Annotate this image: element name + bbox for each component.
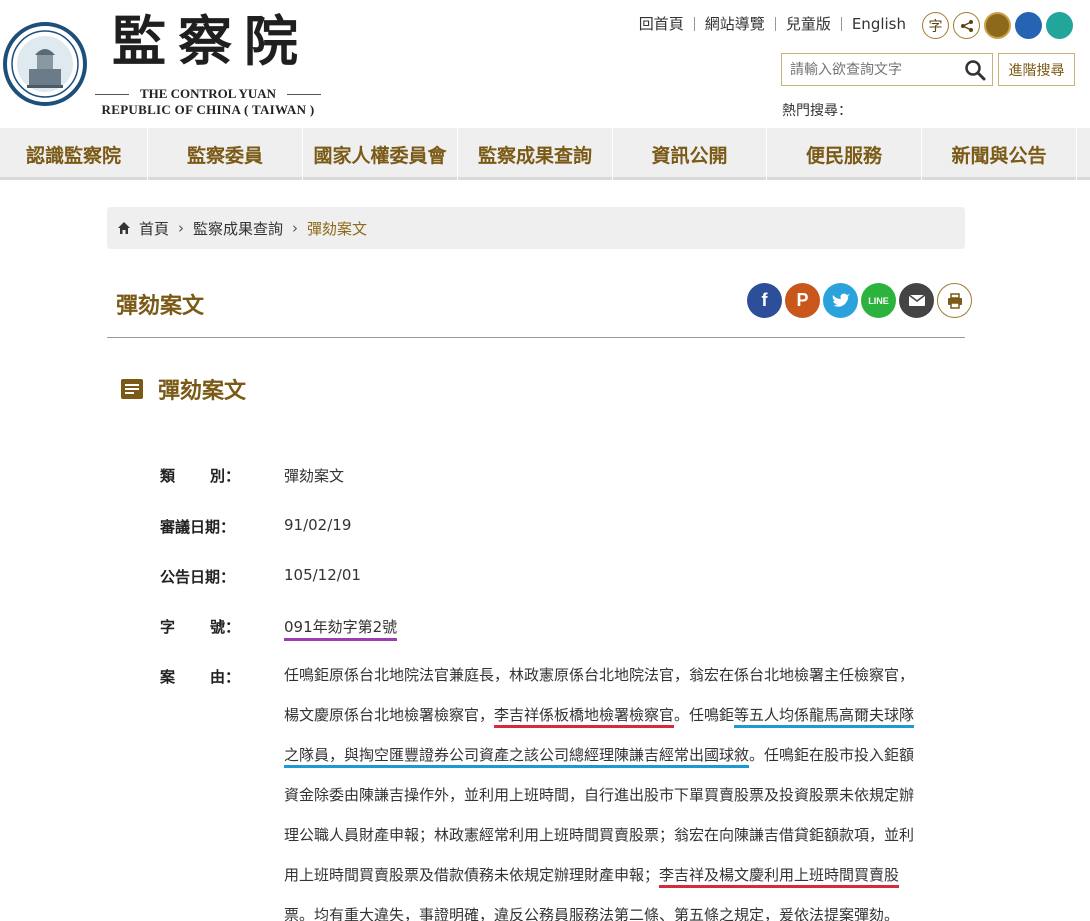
print-icon[interactable]	[937, 283, 972, 318]
field-label: 公告日期：	[160, 568, 236, 586]
theme-teal-button[interactable]	[1046, 12, 1073, 39]
section-title: 彈劾案文	[120, 373, 246, 405]
field-label: 字號：	[160, 618, 240, 636]
reason-text: 任鳴鉅原係台北地院法官兼庭長，林政憲原係台北地院法官，翁宏在係台北地檢署主任檢察…	[284, 655, 954, 921]
highlight-blue: 之隊員，與掏空匯豐證券公司資產之該公司總經理陳謙吉經常出國球敘	[284, 746, 750, 768]
field-value: 091年劾字第2號	[284, 616, 398, 641]
brand-chinese-title: 監察院	[112, 9, 310, 73]
search-input[interactable]	[782, 54, 952, 85]
english-link[interactable]: English	[842, 17, 912, 32]
top-icon-group: 字	[922, 12, 1073, 39]
nav-results-search[interactable]: 監察成果查詢	[458, 128, 613, 180]
plurk-icon[interactable]: P	[785, 283, 820, 318]
reason-line: 楊文慶原係台北地檢署檢察官，李吉祥係板橋地檢署檢察官。任鳴鉅等五人均係龍馬高爾夫…	[284, 695, 954, 735]
advanced-search-button[interactable]: 進階搜尋	[998, 53, 1075, 86]
nav-about[interactable]: 認識監察院	[0, 128, 148, 180]
breadcrumb-separator-icon: ›	[292, 219, 299, 237]
reason-line: 任鳴鉅原係台北地院法官兼庭長，林政憲原係台北地院法官，翁宏在係台北地檢署主任檢察…	[284, 666, 915, 684]
highlight-blue: 等五人均係龍馬高爾夫球隊	[734, 706, 915, 728]
nav-news[interactable]: 新聞與公告	[922, 128, 1077, 180]
reason-line: 之隊員，與掏空匯豐證券公司資產之該公司總經理陳謙吉經常出國球敘。任鳴鉅在股市投入…	[284, 735, 954, 775]
theme-blue-button[interactable]	[1015, 12, 1042, 39]
breadcrumb: 首頁 › 監察成果查詢 › 彈劾案文	[107, 207, 965, 249]
facebook-icon[interactable]: f	[747, 283, 782, 318]
search-icon[interactable]	[964, 59, 986, 81]
field-label: 類別：	[160, 467, 240, 485]
top-links: 回首頁 網站導覽 兒童版 English	[629, 17, 912, 32]
home-link[interactable]: 回首頁	[629, 17, 695, 32]
section-title-text: 彈劾案文	[158, 379, 247, 404]
field-label: 審議日期：	[160, 518, 236, 536]
page-title: 彈劾案文	[116, 294, 205, 319]
share-bar: f P LINE	[747, 283, 972, 318]
sitemap-link[interactable]: 網站導覽	[695, 17, 776, 32]
hot-search-label: 熱門搜尋：	[782, 103, 852, 119]
field-value: 彈劾案文	[284, 467, 345, 485]
reason-line: 資金除委由陳謙吉操作外，並利用上班時間，自行進出股市下單買賣股票及投資股票未依規…	[284, 786, 915, 804]
nav-human-rights[interactable]: 國家人權委員會	[303, 128, 458, 180]
highlight-red: 李吉祥係板橋地檢署檢察官	[494, 706, 675, 728]
document-icon	[121, 379, 143, 399]
breadcrumb-home[interactable]: 首頁	[139, 218, 169, 239]
brand-english-title: THE CONTROL YUAN	[95, 86, 321, 102]
line-icon[interactable]: LINE	[861, 283, 896, 318]
highlight-red: 票。均有重大違失，事證明確，違反公務員服務法第二條、第五條之規定，爰依法提案彈劾	[284, 906, 885, 921]
field-value: 105/12/01	[284, 566, 361, 584]
theme-gold-button[interactable]	[984, 12, 1011, 39]
reason-line: 票。均有重大違失，事證明確，違反公務員服務法第二條、第五條之規定，爰依法提案彈劾…	[284, 895, 954, 921]
title-divider	[107, 337, 965, 338]
reason-line: 理公職人員財產申報；林政憲經常利用上班時間買賣股票；翁宏在向陳謙吉借貸鉅額款項，…	[284, 826, 915, 844]
font-size-icon[interactable]: 字	[922, 12, 949, 39]
breadcrumb-current: 彈劾案文	[307, 219, 368, 238]
breadcrumb-separator-icon: ›	[178, 219, 185, 237]
nav-info-disclosure[interactable]: 資訊公開	[613, 128, 767, 180]
mail-icon[interactable]	[899, 283, 934, 318]
home-icon	[118, 222, 130, 234]
twitter-icon[interactable]	[823, 283, 858, 318]
brand-english-subtitle: REPUBLIC OF CHINA ( TAIWAN )	[101, 102, 315, 117]
breadcrumb-results[interactable]: 監察成果查詢	[193, 218, 283, 239]
reason-line: 用上班時間買賣股票及借款債務未依規定辦理財產申報；李吉祥及楊文慶利用上班時間買賣…	[284, 855, 954, 895]
field-label: 案由：	[160, 668, 240, 686]
kids-version-link[interactable]: 兒童版	[776, 17, 842, 32]
control-yuan-seal-logo[interactable]	[3, 9, 87, 119]
share-icon[interactable]	[953, 12, 980, 39]
field-value: 91/02/19	[284, 516, 352, 534]
main-nav: 認識監察院 監察委員 國家人權委員會 監察成果查詢 資訊公開 便民服務 新聞與公…	[0, 128, 1090, 180]
nav-members[interactable]: 監察委員	[148, 128, 303, 180]
highlight-red: 李吉祥及楊文慶利用上班時間買賣股	[659, 866, 900, 888]
search-box	[781, 53, 993, 86]
site-header: 監察院 THE CONTROL YUAN REPUBLIC OF CHINA (…	[0, 0, 1090, 128]
nav-public-services[interactable]: 便民服務	[767, 128, 922, 180]
